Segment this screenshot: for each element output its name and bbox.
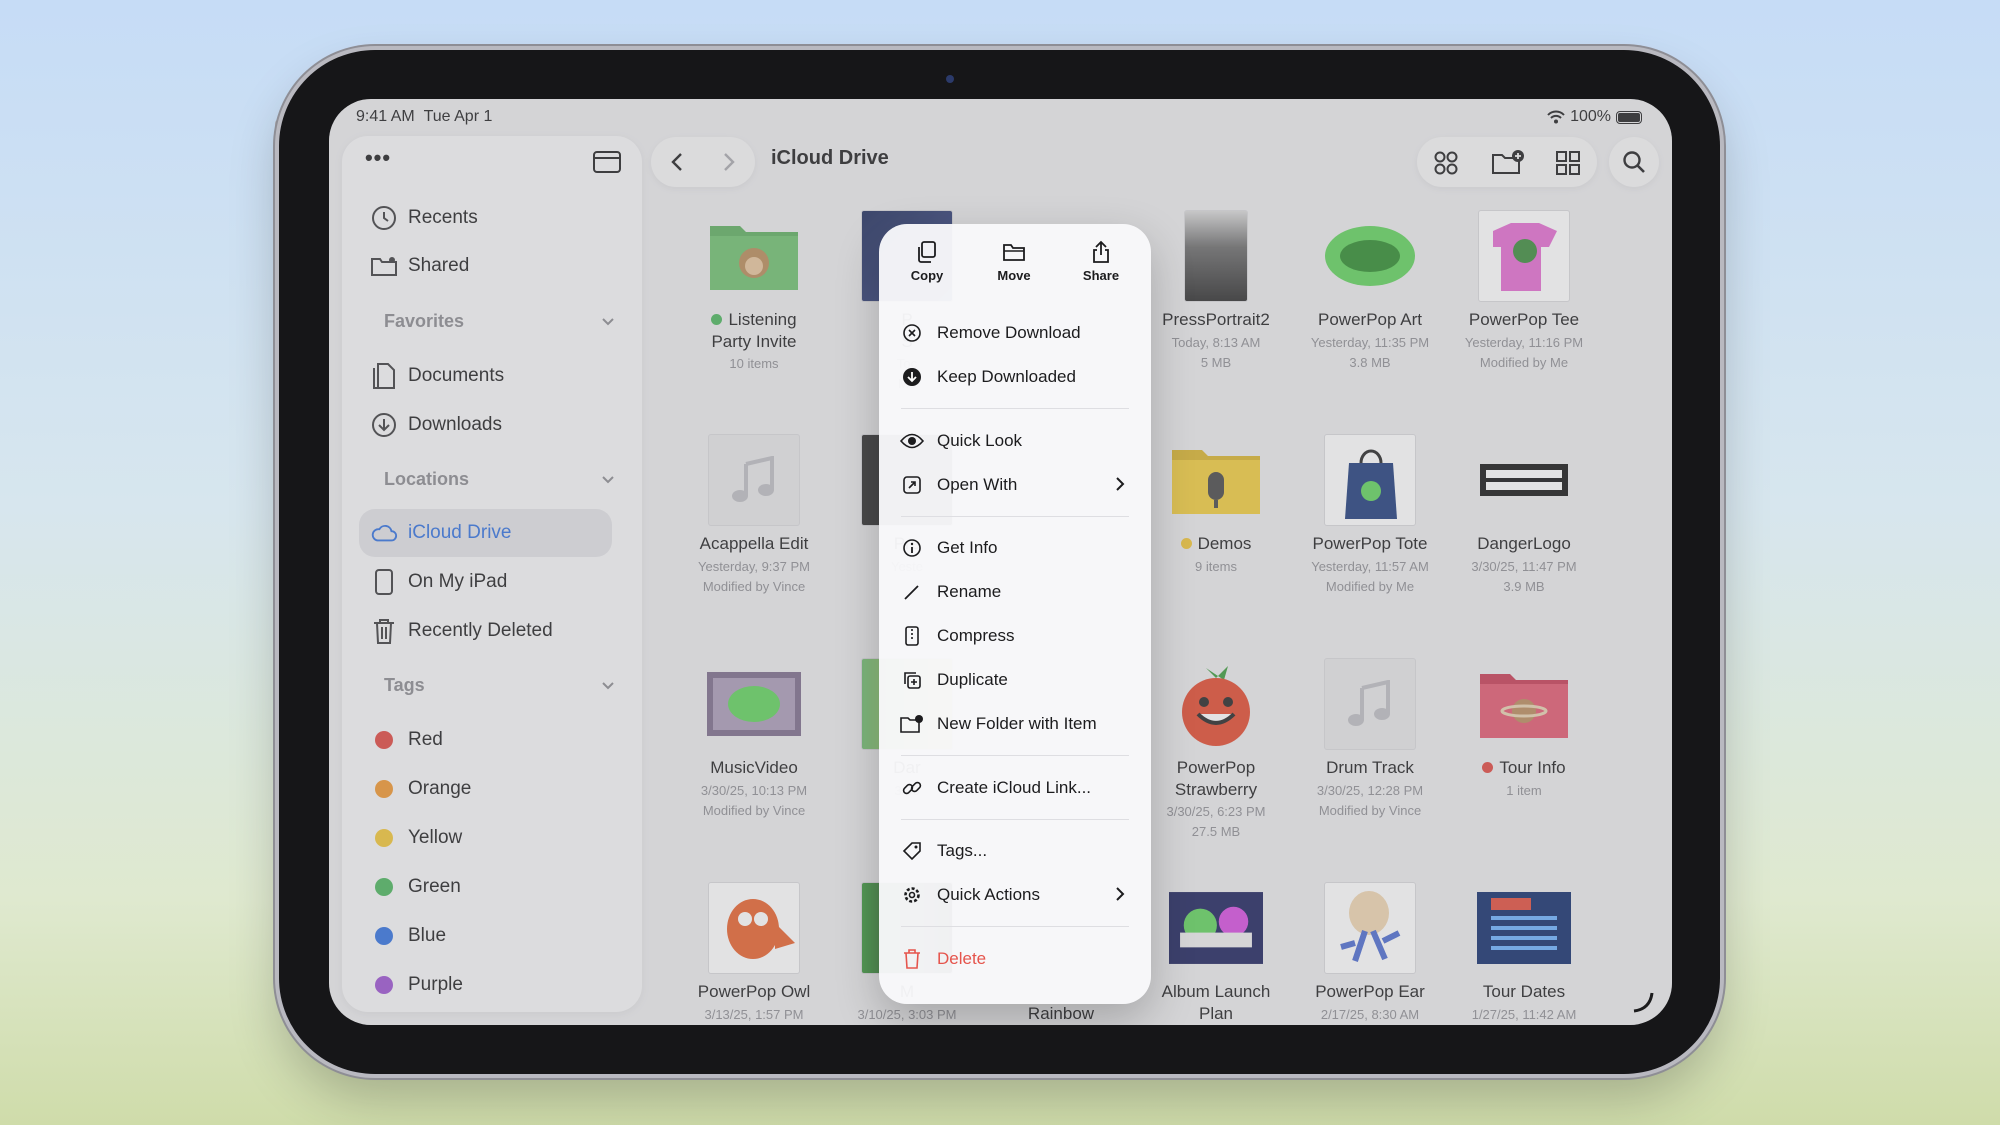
- resize-corner-icon[interactable]: [1630, 989, 1656, 1015]
- menu-item-label: Compress: [937, 626, 1015, 645]
- menu-item-duplicate[interactable]: Duplicate: [899, 662, 1131, 698]
- pencil-icon: [899, 579, 925, 605]
- front-camera: [946, 75, 954, 83]
- menu-separator: [901, 516, 1129, 517]
- share-label: Share: [1082, 268, 1120, 283]
- move-button[interactable]: Move: [976, 240, 1052, 298]
- menu-item-remove-download[interactable]: Remove Download: [899, 315, 1131, 351]
- menu-item-quick-look[interactable]: Quick Look: [899, 423, 1131, 459]
- menu-item-rename[interactable]: Rename: [899, 574, 1131, 610]
- chevron-right-icon: [1116, 477, 1125, 491]
- menu-separator: [901, 408, 1129, 409]
- menu-item-label: Duplicate: [937, 670, 1008, 689]
- zip-icon: [899, 623, 925, 649]
- copy-icon: [918, 241, 936, 263]
- menu-separator: [901, 755, 1129, 756]
- menu-item-new-folder-with-item[interactable]: New Folder with Item: [899, 706, 1131, 742]
- menu-item-label: Keep Downloaded: [937, 367, 1076, 386]
- share-icon: [1093, 240, 1109, 263]
- gear-icon: [899, 882, 925, 908]
- menu-item-label: Delete: [937, 949, 987, 968]
- trash-icon: [899, 946, 925, 972]
- menu-item-label: Tags...: [937, 841, 988, 860]
- menu-item-label: Quick Actions: [937, 885, 1040, 904]
- menu-item-label: Rename: [937, 582, 1002, 601]
- menu-item-label: New Folder with Item: [937, 714, 1097, 733]
- menu-item-quick-actions[interactable]: Quick Actions: [899, 877, 1131, 913]
- new-folder-icon: [899, 711, 925, 737]
- copy-button[interactable]: Copy: [889, 240, 965, 298]
- folder-icon: [1003, 244, 1025, 261]
- context-menu: Copy Move Share Remove Download Keep Dow…: [879, 224, 1151, 1004]
- menu-item-label: Create iCloud Link...: [937, 778, 1092, 797]
- menu-item-tags[interactable]: Tags...: [899, 833, 1131, 869]
- screen: 9:41 AM Tue Apr 1 100% ••• Recents Share…: [329, 99, 1672, 1025]
- download-circle-icon: [899, 364, 925, 390]
- move-label: Move: [997, 268, 1031, 283]
- menu-item-label: Quick Look: [937, 431, 1023, 450]
- x-circle-icon: [899, 320, 925, 346]
- menu-item-label: Get Info: [937, 538, 998, 557]
- menu-item-keep-downloaded[interactable]: Keep Downloaded: [899, 359, 1131, 395]
- tag-icon: [899, 838, 925, 864]
- menu-item-label: Open With: [937, 475, 1018, 494]
- open-with-icon: [899, 472, 925, 498]
- menu-item-label: Remove Download: [937, 323, 1081, 342]
- copy-label: Copy: [910, 268, 944, 283]
- menu-separator: [901, 819, 1129, 820]
- menu-item-get-info[interactable]: Get Info: [899, 530, 1131, 566]
- menu-item-compress[interactable]: Compress: [899, 618, 1131, 654]
- menu-item-create-icloud-link[interactable]: Create iCloud Link...: [899, 770, 1131, 806]
- info-icon: [899, 535, 925, 561]
- menu-item-open-with[interactable]: Open With: [899, 467, 1131, 503]
- menu-separator: [901, 926, 1129, 927]
- link-icon: [899, 775, 925, 801]
- share-button[interactable]: Share: [1063, 240, 1139, 298]
- chevron-right-icon: [1116, 887, 1125, 901]
- duplicate-icon: [899, 667, 925, 693]
- eye-icon: [899, 428, 925, 454]
- menu-item-delete[interactable]: Delete: [899, 941, 1131, 977]
